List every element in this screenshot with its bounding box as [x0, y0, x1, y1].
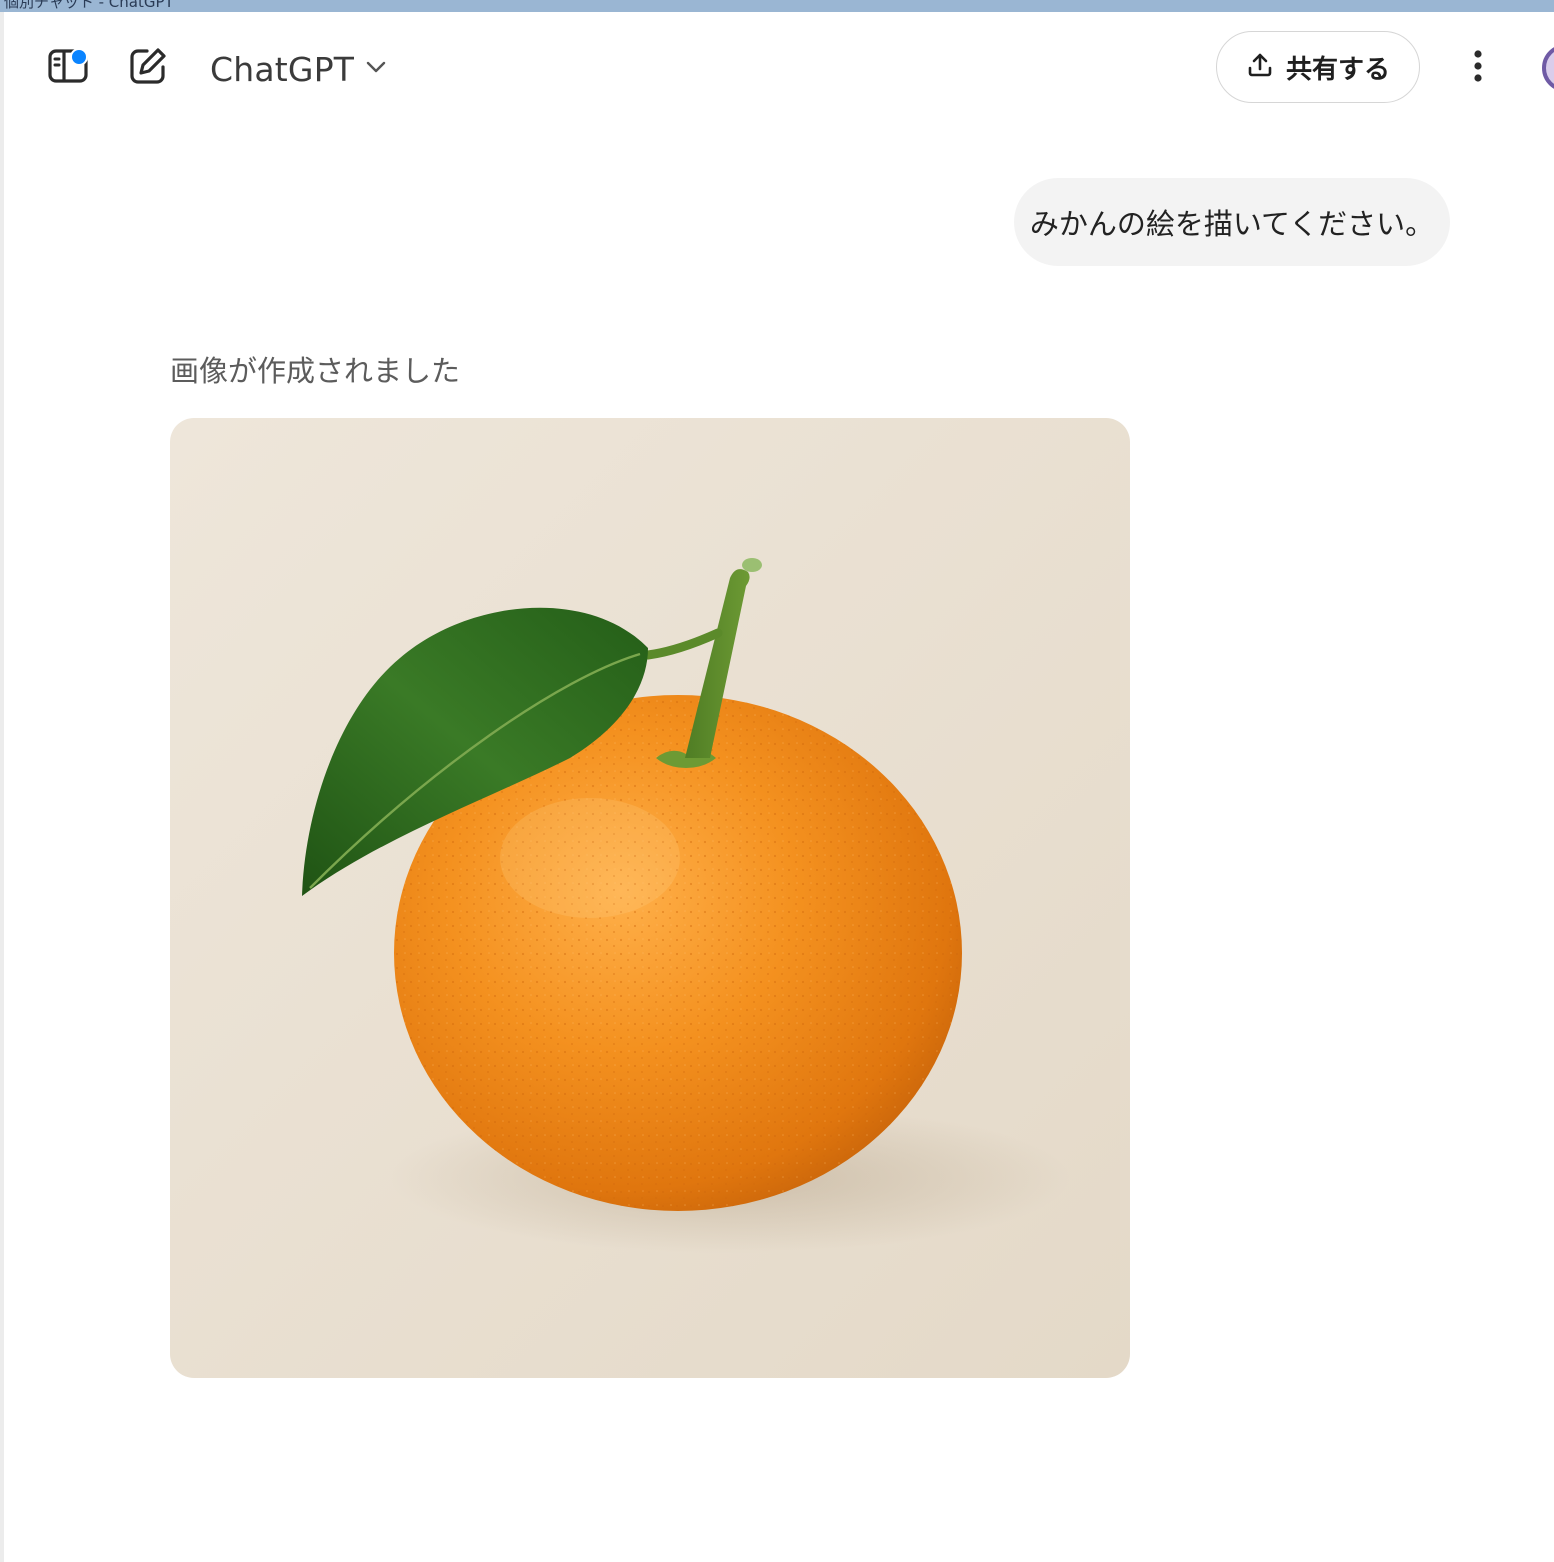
sidebar-toggle-button[interactable] — [42, 42, 94, 94]
share-label: 共有する — [1285, 54, 1390, 85]
share-upload-icon — [1246, 51, 1274, 83]
orange-illustration — [170, 418, 1130, 1378]
share-button[interactable]: 共有する — [1216, 31, 1420, 103]
assistant-status-text: 画像が作成されました — [170, 354, 461, 388]
more-vertical-icon — [1472, 46, 1484, 90]
new-chat-button[interactable] — [122, 42, 174, 94]
generated-image[interactable] — [170, 418, 1130, 1378]
window-title-strip: 個別チャット - ChatGPT — [0, 0, 1554, 12]
more-options-button[interactable] — [1452, 42, 1504, 94]
model-name: ChatGPT — [210, 49, 355, 89]
avatar[interactable] — [1542, 44, 1554, 92]
user-message-bubble: みかんの絵を描いてください。 — [1014, 178, 1450, 266]
chevron-down-icon — [364, 55, 388, 83]
new-chat-icon — [127, 45, 169, 91]
user-message-text: みかんの絵を描いてください。 — [1029, 207, 1435, 241]
left-border — [0, 12, 4, 1562]
model-selector[interactable]: ChatGPT — [210, 46, 388, 92]
window-title: 個別チャット - ChatGPT — [4, 0, 174, 11]
notification-badge — [70, 48, 88, 66]
top-bar: ChatGPT 共有する — [4, 12, 1554, 124]
